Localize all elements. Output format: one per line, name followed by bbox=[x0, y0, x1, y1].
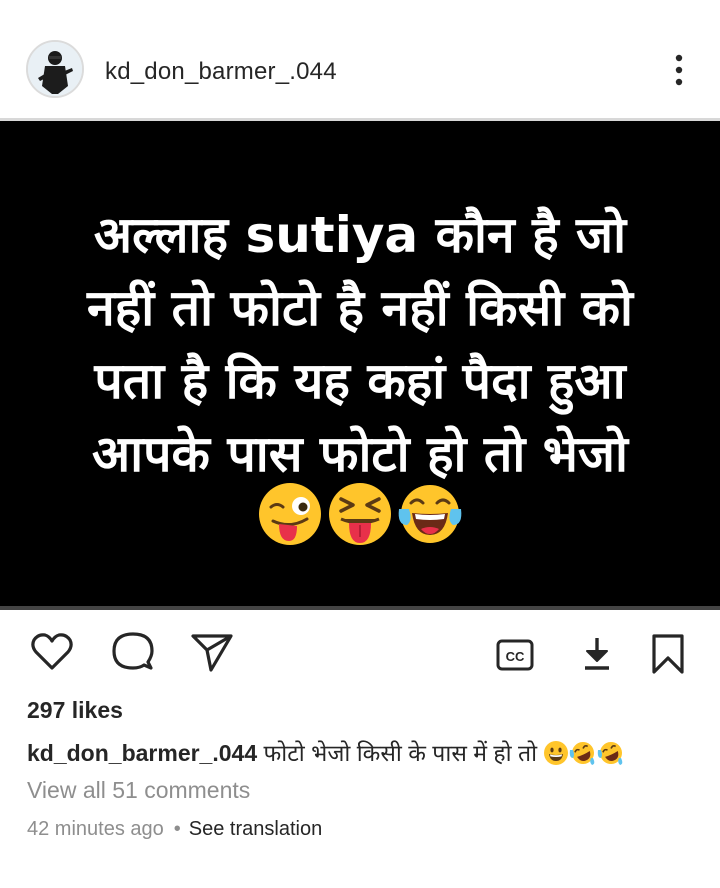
rofl-face-icon bbox=[570, 742, 595, 765]
post-header: kd_don_barmer_.044 bbox=[0, 0, 720, 118]
tears-of-joy-face-icon bbox=[398, 485, 462, 543]
avatar[interactable] bbox=[26, 40, 84, 98]
separator-dot: • bbox=[173, 818, 181, 840]
avatar-image bbox=[28, 42, 82, 96]
cc-icon[interactable]: CC bbox=[496, 638, 534, 672]
post-caption: kd_don_barmer_.044 फोटो भेजो किसी के पास… bbox=[27, 736, 625, 772]
view-all-comments-link[interactable]: View all 51 comments bbox=[27, 777, 250, 804]
post-image-line: नहीं तो फोटो है नहीं किसी को bbox=[86, 279, 634, 337]
caption-username[interactable]: kd_don_barmer_.044 bbox=[27, 740, 257, 766]
send-icon[interactable] bbox=[190, 632, 234, 672]
heart-icon[interactable] bbox=[30, 632, 74, 672]
post-username[interactable]: kd_don_barmer_.044 bbox=[105, 58, 337, 86]
comment-icon[interactable] bbox=[111, 630, 155, 674]
post-meta: 42 minutes ago • See translation bbox=[27, 818, 322, 841]
download-icon[interactable] bbox=[580, 634, 614, 674]
grinning-face-icon bbox=[544, 741, 569, 765]
caption-text: फोटो भेजो किसी के पास में हो तो bbox=[263, 740, 538, 766]
post-image-text: अल्लाह sutiya कौन है जो नहीं तो फोटो है … bbox=[20, 199, 700, 491]
winking-tongue-face-icon bbox=[259, 483, 321, 545]
see-translation-link[interactable]: See translation bbox=[189, 818, 322, 840]
caption-emojis bbox=[543, 740, 625, 772]
squinting-tongue-face-icon bbox=[329, 483, 391, 545]
post-action-bar: CC bbox=[0, 610, 720, 690]
rofl-face-icon bbox=[598, 742, 623, 765]
post-image[interactable]: अल्लाह sutiya कौन है जो नहीं तो फोटो है … bbox=[0, 118, 720, 610]
post-timestamp: 42 minutes ago bbox=[27, 818, 164, 840]
more-vertical-icon[interactable] bbox=[664, 50, 694, 90]
bookmark-icon[interactable] bbox=[650, 632, 686, 676]
svg-text:CC: CC bbox=[506, 649, 525, 664]
post-image-emojis bbox=[0, 481, 720, 549]
likes-count[interactable]: 297 likes bbox=[27, 697, 123, 724]
post-image-line: पता है कि यह कहां पैदा हुआ bbox=[94, 352, 626, 410]
post-image-line: अल्लाह sutiya कौन है जो bbox=[93, 206, 627, 264]
